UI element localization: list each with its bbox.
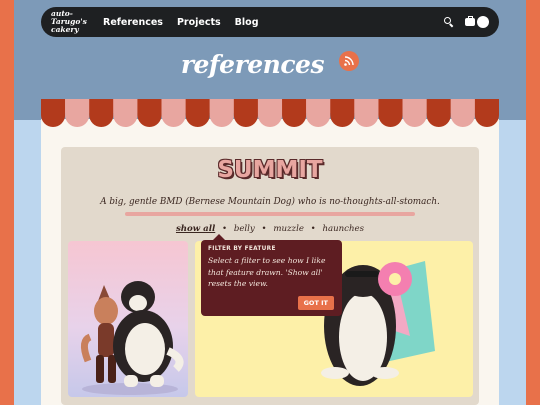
reference-image-duo[interactable] [68, 241, 188, 397]
search-icon[interactable] [443, 16, 455, 28]
tooltip-body: Select a filter to see how I like that f… [208, 256, 326, 288]
top-nav: auto-Tarugo's cakery References Projects… [41, 7, 499, 37]
awning-scallop [113, 99, 138, 128]
tooltip-heading: FILTER BY FEATURE [208, 246, 276, 252]
character-name: SUMMIT [217, 157, 323, 183]
nav-link-references[interactable]: References [103, 17, 163, 28]
awning-scallop [209, 99, 234, 128]
filter-muzzle[interactable]: muzzle [273, 224, 304, 234]
description-underline [125, 212, 415, 216]
rss-button[interactable] [339, 50, 360, 71]
awning-scallop [89, 99, 114, 128]
awning-scallop [161, 99, 186, 128]
awning-scallop [306, 99, 331, 128]
filter-tooltip: FILTER BY FEATURE Select a filter to see… [201, 234, 342, 316]
awning-scallop [330, 99, 355, 128]
awning-scallop [233, 99, 258, 128]
filter-separator: • [261, 224, 267, 234]
filter-belly[interactable]: belly [234, 224, 255, 234]
logo-line-1: auto-Tarugo's [51, 9, 87, 26]
awning-scallop [474, 99, 499, 128]
nav-link-projects[interactable]: Projects [177, 17, 221, 28]
page-title: references [180, 50, 325, 79]
awning-scallop [354, 99, 379, 128]
awning-scallop [185, 99, 210, 128]
filter-haunches[interactable]: haunches [322, 224, 364, 234]
awning-scallop [282, 99, 307, 128]
awning-scallop [41, 99, 66, 128]
bag-icon [465, 16, 475, 26]
awning-scallop [378, 99, 403, 128]
got-it-button[interactable]: GOT IT [297, 296, 334, 310]
awning-scallop [65, 99, 90, 128]
logo-line-2: cakery [51, 25, 79, 34]
awning-decoration [41, 99, 499, 128]
awning-scallop [137, 99, 162, 128]
awning-scallop [426, 99, 451, 128]
nav-link-blog[interactable]: Blog [235, 17, 259, 28]
awning-scallop [450, 99, 475, 128]
page-heading: references [0, 50, 540, 79]
filter-separator: • [222, 224, 228, 234]
rss-icon [344, 55, 354, 66]
filter-show-all[interactable]: show all [176, 224, 215, 234]
awning-scallop [257, 99, 283, 128]
character-description: A big, gentle BMD (Bernese Mountain Dog)… [100, 197, 440, 207]
toggle-knob [477, 16, 489, 28]
filter-bar: show all • belly • muzzle • haunches [61, 224, 479, 234]
awning-scallop [402, 99, 427, 128]
site-logo[interactable]: auto-Tarugo's cakery [51, 10, 89, 34]
duo-illustration [81, 281, 184, 395]
filter-separator: • [310, 224, 316, 234]
theme-toggle[interactable] [465, 15, 489, 29]
